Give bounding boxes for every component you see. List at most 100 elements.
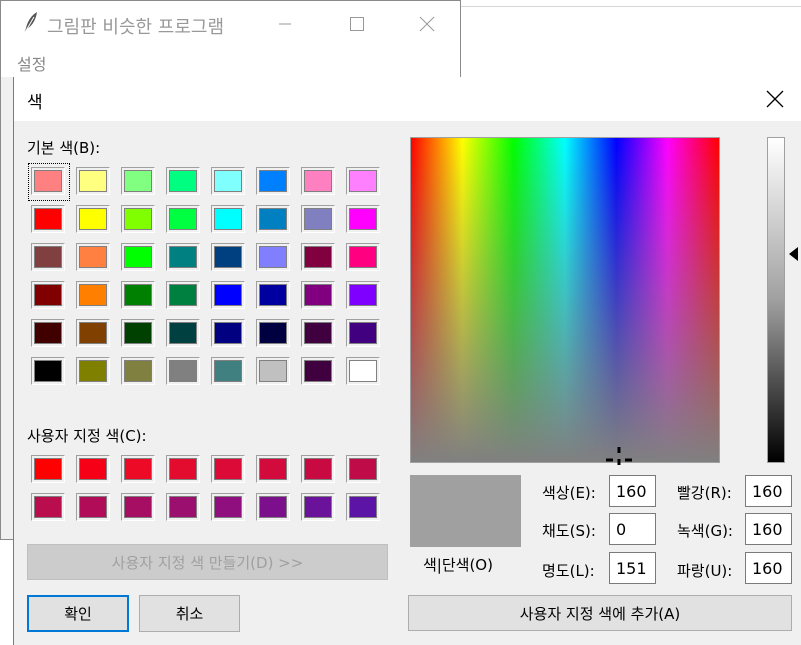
basic-color-swatch[interactable] (211, 205, 245, 233)
maximize-icon[interactable] (337, 9, 377, 39)
basic-color-swatch[interactable] (76, 167, 110, 195)
basic-color-swatch[interactable] (76, 243, 110, 271)
blue-label: 파랑(U): (677, 562, 733, 580)
custom-color-swatch[interactable] (256, 493, 290, 521)
basic-color-swatch[interactable] (31, 243, 65, 271)
basic-color-swatch[interactable] (166, 357, 200, 385)
custom-color-swatch[interactable] (121, 493, 155, 521)
basic-color-swatch[interactable] (31, 319, 65, 347)
luminosity-slider[interactable] (767, 137, 785, 463)
basic-color-swatch-fill (79, 208, 107, 230)
basic-color-swatch[interactable] (211, 167, 245, 195)
basic-color-swatch[interactable] (346, 167, 380, 195)
basic-color-swatch[interactable] (76, 205, 110, 233)
custom-color-swatch-fill (124, 458, 152, 480)
basic-color-swatch[interactable] (256, 205, 290, 233)
basic-color-swatch[interactable] (256, 243, 290, 271)
basic-color-swatch[interactable] (346, 357, 380, 385)
basic-color-swatch[interactable] (166, 319, 200, 347)
custom-color-swatch[interactable] (31, 455, 65, 483)
hue-field[interactable]: 160 (609, 475, 656, 507)
background-window-title: 그림판 비슷한 프로그램 (47, 17, 225, 38)
add-to-custom-colors-button[interactable]: 사용자 지정 색에 추가(A) (408, 595, 792, 631)
basic-color-swatch-fill (349, 322, 377, 344)
red-field[interactable]: 160 (745, 475, 792, 507)
luminosity-arrow-icon[interactable] (789, 247, 798, 261)
green-field[interactable]: 160 (745, 513, 792, 545)
basic-color-swatch[interactable] (166, 167, 200, 195)
basic-color-swatch[interactable] (121, 357, 155, 385)
basic-color-swatch[interactable] (121, 319, 155, 347)
basic-color-swatch[interactable] (121, 281, 155, 309)
custom-color-swatch[interactable] (121, 455, 155, 483)
basic-color-swatch[interactable] (121, 167, 155, 195)
luminosity-field[interactable]: 151 (609, 552, 656, 584)
basic-color-swatch-fill (349, 208, 377, 230)
custom-color-swatch[interactable] (301, 493, 335, 521)
basic-color-swatch[interactable] (211, 243, 245, 271)
basic-color-swatch[interactable] (121, 205, 155, 233)
basic-color-swatch-fill (169, 322, 197, 344)
menu-settings[interactable]: 설정 (17, 51, 46, 75)
basic-color-swatch[interactable] (211, 357, 245, 385)
basic-color-swatch[interactable] (256, 167, 290, 195)
custom-color-swatch-fill (169, 496, 197, 518)
custom-color-swatch-fill (79, 496, 107, 518)
color-preview (410, 475, 521, 547)
basic-color-swatch[interactable] (301, 281, 335, 309)
basic-color-swatch[interactable] (211, 281, 245, 309)
basic-color-swatch-fill (124, 284, 152, 306)
minimize-icon[interactable] (265, 9, 305, 39)
basic-color-swatch-fill (304, 208, 332, 230)
basic-color-swatch[interactable] (211, 319, 245, 347)
basic-color-swatch[interactable] (346, 243, 380, 271)
basic-color-swatch[interactable] (256, 357, 290, 385)
custom-color-swatch[interactable] (31, 493, 65, 521)
basic-color-swatch[interactable] (166, 205, 200, 233)
basic-color-swatch[interactable] (121, 243, 155, 271)
close-icon[interactable] (407, 9, 447, 39)
basic-color-swatch[interactable] (31, 281, 65, 309)
custom-color-swatch[interactable] (346, 455, 380, 483)
custom-color-swatch-fill (304, 496, 332, 518)
custom-color-swatch[interactable] (301, 455, 335, 483)
blue-field[interactable]: 160 (745, 552, 792, 584)
basic-color-swatch[interactable] (31, 357, 65, 385)
define-custom-colors-button[interactable]: 사용자 지정 색 만들기(D) >> (27, 544, 388, 580)
basic-color-swatch[interactable] (76, 319, 110, 347)
basic-color-swatch-fill (79, 360, 107, 382)
custom-color-swatch[interactable] (76, 455, 110, 483)
basic-color-swatch[interactable] (166, 243, 200, 271)
basic-color-swatch[interactable] (301, 319, 335, 347)
basic-color-swatch[interactable] (76, 281, 110, 309)
basic-color-swatch[interactable] (31, 205, 65, 233)
basic-color-swatch[interactable] (301, 167, 335, 195)
basic-color-swatch[interactable] (346, 319, 380, 347)
custom-color-swatch[interactable] (256, 455, 290, 483)
basic-color-swatch[interactable] (346, 281, 380, 309)
basic-color-swatch[interactable] (301, 205, 335, 233)
custom-color-swatch[interactable] (166, 455, 200, 483)
color-solid-label: 색|단색(O) (423, 556, 493, 574)
custom-color-swatch[interactable] (211, 493, 245, 521)
basic-color-swatch[interactable] (76, 357, 110, 385)
color-spectrum[interactable] (410, 137, 720, 463)
ok-button[interactable]: 확인 (27, 595, 129, 632)
close-icon[interactable] (763, 87, 787, 111)
basic-color-swatch[interactable] (256, 281, 290, 309)
basic-color-swatch-fill (34, 246, 62, 268)
custom-color-swatch[interactable] (166, 493, 200, 521)
cancel-button[interactable]: 취소 (139, 595, 240, 632)
custom-color-swatch[interactable] (211, 455, 245, 483)
basic-color-swatch[interactable] (301, 243, 335, 271)
basic-color-swatch-fill (124, 208, 152, 230)
basic-color-swatch[interactable] (346, 205, 380, 233)
custom-color-swatch[interactable] (346, 493, 380, 521)
saturation-field[interactable]: 0 (609, 513, 656, 545)
basic-color-swatch[interactable] (301, 357, 335, 385)
basic-color-swatch-fill (79, 246, 107, 268)
basic-color-swatch[interactable] (166, 281, 200, 309)
basic-color-swatch[interactable] (256, 319, 290, 347)
basic-color-swatch-fill (304, 360, 332, 382)
custom-color-swatch[interactable] (76, 493, 110, 521)
